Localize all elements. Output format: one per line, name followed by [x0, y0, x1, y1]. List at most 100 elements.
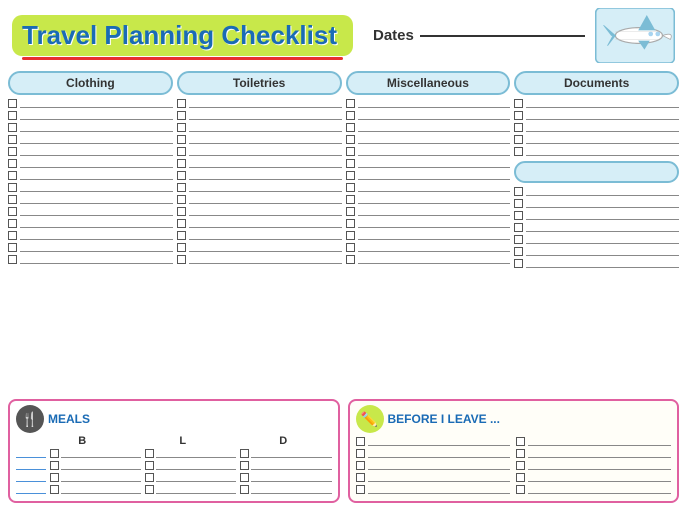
checkbox[interactable]	[8, 147, 17, 156]
checkbox[interactable]	[356, 437, 365, 446]
checkbox[interactable]	[514, 223, 523, 232]
checkbox[interactable]	[514, 199, 523, 208]
checkbox[interactable]	[346, 207, 355, 216]
checkbox[interactable]	[8, 207, 17, 216]
checkbox[interactable]	[514, 135, 523, 144]
checkbox[interactable]	[50, 449, 59, 458]
checkbox[interactable]	[514, 235, 523, 244]
meal-row-line	[16, 486, 46, 494]
dates-line	[420, 35, 585, 37]
meals-header: 🍴 MEALS	[16, 405, 332, 433]
item-line	[368, 462, 511, 470]
list-item	[516, 485, 671, 494]
checkbox[interactable]	[177, 99, 186, 108]
checkbox[interactable]	[356, 449, 365, 458]
checkbox[interactable]	[177, 243, 186, 252]
item-line	[61, 462, 141, 470]
checkbox[interactable]	[8, 159, 17, 168]
item-line	[61, 450, 141, 458]
checkbox[interactable]	[8, 123, 17, 132]
header: Travel Planning Checklist Dates	[0, 0, 687, 67]
checkbox[interactable]	[177, 135, 186, 144]
checkbox[interactable]	[177, 195, 186, 204]
checkbox[interactable]	[346, 195, 355, 204]
before-col-2	[516, 437, 671, 494]
checkbox[interactable]	[177, 123, 186, 132]
checkbox[interactable]	[346, 219, 355, 228]
meals-row	[16, 449, 332, 458]
checkbox[interactable]	[8, 111, 17, 120]
checkbox[interactable]	[8, 183, 17, 192]
checkbox[interactable]	[514, 99, 523, 108]
checkbox[interactable]	[8, 231, 17, 240]
list-item	[516, 473, 671, 482]
item-line	[528, 438, 671, 446]
checkbox[interactable]	[177, 219, 186, 228]
checkbox[interactable]	[514, 259, 523, 268]
checkbox[interactable]	[50, 473, 59, 482]
checkbox[interactable]	[516, 449, 525, 458]
checkbox[interactable]	[50, 485, 59, 494]
checkbox[interactable]	[346, 147, 355, 156]
checkbox[interactable]	[346, 99, 355, 108]
checkbox[interactable]	[346, 135, 355, 144]
checkbox[interactable]	[177, 207, 186, 216]
checkbox[interactable]	[177, 255, 186, 264]
checkbox[interactable]	[346, 171, 355, 180]
checkbox[interactable]	[346, 159, 355, 168]
list-item	[346, 123, 511, 132]
item-line	[189, 184, 342, 192]
checkbox[interactable]	[346, 123, 355, 132]
checkbox[interactable]	[514, 247, 523, 256]
miscellaneous-items	[346, 99, 511, 267]
checkbox[interactable]	[145, 485, 154, 494]
checkbox[interactable]	[145, 473, 154, 482]
checkbox[interactable]	[514, 211, 523, 220]
item-line	[526, 212, 679, 220]
checkbox[interactable]	[177, 183, 186, 192]
checkbox[interactable]	[145, 449, 154, 458]
checkbox[interactable]	[8, 135, 17, 144]
list-item	[8, 159, 173, 168]
checkbox[interactable]	[514, 123, 523, 132]
list-item	[346, 207, 511, 216]
checkbox[interactable]	[346, 111, 355, 120]
checkbox[interactable]	[240, 473, 249, 482]
checkbox[interactable]	[240, 461, 249, 470]
checkbox[interactable]	[177, 171, 186, 180]
checkbox[interactable]	[356, 473, 365, 482]
checkbox[interactable]	[177, 111, 186, 120]
checkbox[interactable]	[514, 147, 523, 156]
checkbox[interactable]	[8, 171, 17, 180]
checkbox[interactable]	[346, 183, 355, 192]
checkbox[interactable]	[514, 111, 523, 120]
item-line	[368, 486, 511, 494]
checkbox[interactable]	[177, 159, 186, 168]
checkbox[interactable]	[177, 231, 186, 240]
checkbox[interactable]	[50, 461, 59, 470]
item-line	[20, 244, 173, 252]
checkbox[interactable]	[346, 255, 355, 264]
utensils-icon: 🍴	[16, 405, 44, 433]
checkbox[interactable]	[514, 187, 523, 196]
main-content: Clothing Toiletries	[0, 67, 687, 397]
item-line	[189, 124, 342, 132]
checkbox[interactable]	[516, 473, 525, 482]
checkbox[interactable]	[346, 231, 355, 240]
checkbox[interactable]	[145, 461, 154, 470]
checkbox[interactable]	[8, 99, 17, 108]
checkbox[interactable]	[8, 219, 17, 228]
checkbox[interactable]	[516, 437, 525, 446]
checkbox[interactable]	[8, 195, 17, 204]
checkbox[interactable]	[8, 255, 17, 264]
checkbox[interactable]	[240, 449, 249, 458]
checkbox[interactable]	[516, 461, 525, 470]
checkbox[interactable]	[240, 485, 249, 494]
checkbox[interactable]	[516, 485, 525, 494]
item-line	[358, 244, 511, 252]
checkbox[interactable]	[177, 147, 186, 156]
checkbox[interactable]	[346, 243, 355, 252]
checkbox[interactable]	[356, 485, 365, 494]
checkbox[interactable]	[356, 461, 365, 470]
checkbox[interactable]	[8, 243, 17, 252]
